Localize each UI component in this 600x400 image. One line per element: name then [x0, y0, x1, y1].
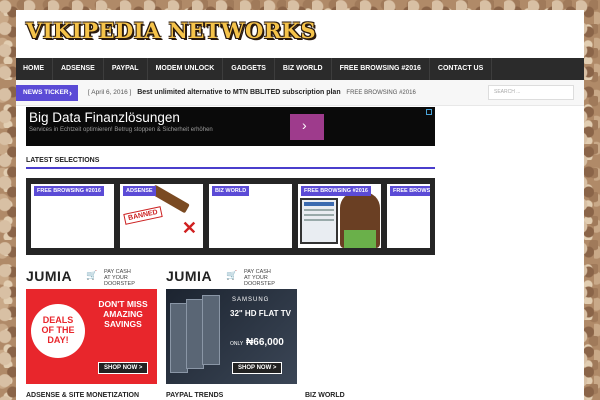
- latest-selections-heading: LATEST SELECTIONS: [26, 157, 435, 169]
- slide-category-tag[interactable]: BIZ WORLD: [212, 186, 250, 196]
- nav-adsense[interactable]: ADSENSE: [53, 58, 104, 80]
- section-adsense-heading: ADSENSE & SITE MONETIZATION: [26, 392, 154, 400]
- site-logo[interactable]: VIKIPEDIA NETWORKS: [26, 18, 316, 43]
- chevron-right-icon: ›: [69, 88, 72, 98]
- slide-category-tag[interactable]: FREE BROWSING: [390, 186, 430, 196]
- jumia-deals-ad[interactable]: JUMIA 🛒 PAY CASH AT YOUR DOORSTEP DEALS …: [26, 268, 157, 384]
- deals-text: DON'T MISS AMAZING SAVINGS: [98, 299, 148, 329]
- ticker-date: [ April 6, 2016 ]: [88, 89, 132, 96]
- nav-gadgets[interactable]: GADGETS: [223, 58, 275, 80]
- person-image: [340, 192, 380, 248]
- ticker-label-text: NEWS TICKER: [23, 89, 69, 96]
- person-shirt: [344, 230, 376, 248]
- jumia-tv-ad[interactable]: JUMIA 🛒 PAY CASH AT YOUR DOORSTEP SAMSUN…: [166, 268, 297, 384]
- cart-icon: 🛒: [226, 270, 238, 280]
- nav-free-browsing[interactable]: FREE BROWSING #2016: [332, 58, 430, 80]
- tv-price: ONLY ₦66,000: [230, 337, 284, 348]
- promo-tagline: PAY CASH AT YOUR DOORSTEP: [244, 269, 297, 287]
- tv-product: 32" HD FLAT TV: [230, 309, 291, 318]
- slide-card[interactable]: BIZ WORLD: [209, 184, 292, 248]
- tv-price-only: ONLY: [230, 341, 244, 347]
- phone-screen-line: [304, 219, 334, 221]
- promo-tagline: PAY CASH AT YOUR DOORSTEP: [104, 269, 157, 287]
- deals-line: DAY!: [47, 335, 69, 345]
- nav-modem-unlock[interactable]: MODEM UNLOCK: [148, 58, 224, 80]
- samsung-logo: SAMSUNG: [232, 297, 270, 303]
- deals-image: DEALS OF THE DAY! DON'T MISS AMAZING SAV…: [26, 289, 157, 384]
- promo-tagline-line: AT YOUR DOORSTEP: [104, 275, 135, 287]
- nav-home[interactable]: HOME: [16, 58, 53, 80]
- slide-category-tag[interactable]: FREE BROWSING #2016: [301, 186, 371, 196]
- page-container: VIKIPEDIA NETWORKS HOME ADSENSE PAYPAL M…: [16, 10, 584, 400]
- shop-now-button[interactable]: SHOP NOW >: [232, 362, 283, 374]
- ad-title[interactable]: Big Data Finanzlösungen: [29, 110, 180, 125]
- slide-card[interactable]: FREE BROWSING #2016: [298, 184, 381, 248]
- banned-stamp: BANNED: [123, 206, 163, 225]
- nav-contact-us[interactable]: CONTACT US: [430, 58, 493, 80]
- section-biz-world-heading: BIZ WORLD: [305, 392, 433, 400]
- ticker-headline[interactable]: Best unlimited alternative to MTN BBLITE…: [137, 89, 340, 96]
- ad-subtitle: Services in Echtzeit optimieren! Betrug …: [29, 127, 213, 133]
- phone-image: [300, 198, 338, 244]
- nav-paypal[interactable]: PAYPAL: [104, 58, 148, 80]
- jumia-logo: JUMIA: [166, 268, 213, 284]
- ticker-label: NEWS TICKER ›: [16, 85, 78, 101]
- section-paypal-heading: PAYPAL TRENDS: [166, 392, 294, 400]
- phone-screen-bar: [304, 202, 334, 206]
- deals-badge: DEALS OF THE DAY!: [31, 304, 85, 358]
- ad-next-button[interactable]: ›: [290, 114, 324, 140]
- slide-category-tag[interactable]: FREE BROWSING #2016: [34, 186, 104, 196]
- nav-biz-world[interactable]: BIZ WORLD: [275, 58, 332, 80]
- tv-panels: [170, 295, 222, 375]
- cart-icon: 🛒: [86, 270, 98, 280]
- tv-panel: [202, 295, 220, 365]
- ticker-content: [ April 6, 2016 ] Best unlimited alterna…: [88, 85, 416, 101]
- news-ticker: NEWS TICKER › [ April 6, 2016 ] Best unl…: [16, 80, 584, 106]
- deals-line: DEALS: [42, 315, 74, 325]
- ticker-category[interactable]: FREE BROWSING #2016: [346, 90, 415, 96]
- shop-now-button[interactable]: SHOP NOW >: [98, 362, 149, 374]
- latest-slider: FREE BROWSING #2016 ADSENSE BANNED ✕ BIZ…: [26, 178, 435, 255]
- slide-category-tag[interactable]: ADSENSE: [123, 186, 156, 196]
- jumia-logo: JUMIA: [26, 268, 73, 284]
- phone-screen-line: [304, 209, 334, 211]
- slide-card[interactable]: FREE BROWSING: [387, 184, 430, 248]
- tv-price-value: ₦66,000: [246, 337, 284, 348]
- slide-card[interactable]: ADSENSE BANNED ✕: [120, 184, 203, 248]
- phone-screen-line: [304, 214, 334, 216]
- main-nav: HOME ADSENSE PAYPAL MODEM UNLOCK GADGETS…: [16, 58, 584, 80]
- tv-image: SAMSUNG 32" HD FLAT TV ONLY ₦66,000 SHOP…: [166, 289, 297, 384]
- deals-line: OF THE: [41, 325, 75, 335]
- slide-card[interactable]: FREE BROWSING #2016: [31, 184, 114, 248]
- promo-tagline-line: AT YOUR DOORSTEP: [244, 275, 275, 287]
- ad-banner[interactable]: Big Data Finanzlösungen Services in Echt…: [26, 107, 435, 146]
- ad-info-icon[interactable]: [426, 109, 432, 115]
- red-x-icon: ✕: [181, 218, 197, 238]
- search-input[interactable]: SEARCH ...: [488, 85, 574, 100]
- ad-pagination: [121, 138, 135, 146]
- chevron-right-icon: ›: [302, 117, 307, 133]
